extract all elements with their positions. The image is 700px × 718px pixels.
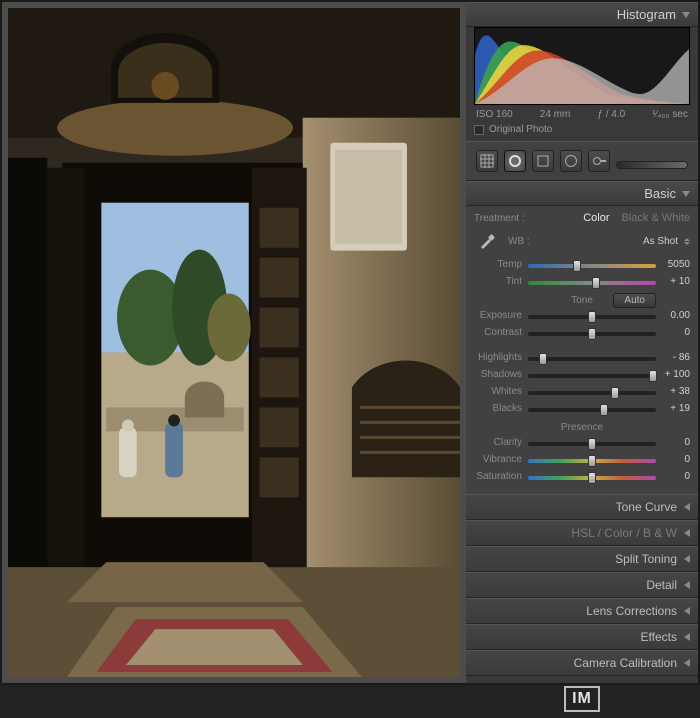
brush-tool[interactable] [616,161,688,169]
slider-value: + 10 [656,276,690,287]
wb-dropper-tool[interactable] [474,230,500,252]
grad-tool[interactable] [560,150,582,172]
slider-track[interactable] [528,437,656,449]
basic-header[interactable]: Basic [466,181,698,206]
photo [8,8,460,677]
slider-shadows[interactable]: Shadows + 100 [474,367,690,382]
spot-tool[interactable] [504,150,526,172]
exif-aperture: ƒ / 4.0 [597,109,625,120]
slider-track[interactable] [528,276,656,288]
tool-strip [466,141,698,181]
histogram-title: Histogram [617,7,676,22]
slider-value: 0 [656,471,690,482]
original-photo-toggle[interactable]: Original Photo [474,124,690,135]
slider-highlights[interactable]: Highlights - 86 [474,350,690,365]
basic-title: Basic [644,186,676,201]
auto-tone-button[interactable]: Auto [613,293,656,308]
treatment-label: Treatment : [474,213,525,224]
exif-shutter: ¹⁄₄₀₀ sec [652,109,688,120]
treatment-segmented[interactable]: Color Black & White [583,212,690,224]
slider-value: + 100 [656,369,690,380]
slider-exposure[interactable]: Exposure 0.00 [474,308,690,323]
slider-label: Shadows [474,369,528,380]
develop-panel: Histogram ISO 160 24 mm ƒ / 4.0 ¹⁄₄₀₀ se… [466,2,698,683]
logo: IM [466,676,698,718]
slider-track[interactable] [528,403,656,415]
exif-strip: ISO 160 24 mm ƒ / 4.0 ¹⁄₄₀₀ sec [474,109,690,120]
chevron-left-icon [684,659,690,667]
exif-focal: 24 mm [540,109,571,120]
slider-label: Whites [474,386,528,397]
slider-value: 0 [656,454,690,465]
slider-value: + 19 [656,403,690,414]
slider-track[interactable] [528,259,656,271]
slider-track[interactable] [528,386,656,398]
slider-contrast[interactable]: Contrast 0 [474,325,690,340]
slider-value: 0 [656,327,690,338]
slider-whites[interactable]: Whites + 38 [474,384,690,399]
stepper-icon [684,238,690,245]
slider-value: 5050 [656,259,690,270]
presence-subheader: Presence [474,422,690,433]
slider-tint[interactable]: Tint + 10 [474,274,690,289]
slider-track[interactable] [528,454,656,466]
panel-camera-calibration[interactable]: Camera Calibration [466,650,698,676]
panel-tone-curve[interactable]: Tone Curve [466,494,698,520]
slider-temp[interactable]: Temp 5050 [474,257,690,272]
slider-label: Clarity [474,437,528,448]
slider-label: Highlights [474,352,528,363]
slider-blacks[interactable]: Blacks + 19 [474,401,690,416]
slider-vibrance[interactable]: Vibrance 0 [474,452,690,467]
wb-preset-select[interactable]: As Shot [643,236,690,247]
slider-value: 0.00 [656,310,690,321]
treatment-color[interactable]: Color [583,212,609,224]
crop-tool[interactable] [476,150,498,172]
chevron-left-icon [684,503,690,511]
histogram-plot[interactable] [474,27,690,105]
slider-label: Tint [474,276,528,287]
image-preview[interactable] [2,2,466,683]
treatment-bw[interactable]: Black & White [622,212,690,224]
slider-track[interactable] [528,369,656,381]
chevron-left-icon [684,633,690,641]
slider-track[interactable] [528,352,656,364]
wb-label: WB : [508,236,530,247]
slider-track[interactable] [528,471,656,483]
exif-iso: ISO 160 [476,109,513,120]
chevron-left-icon [684,607,690,615]
slider-label: Temp [474,259,528,270]
histogram-header[interactable]: Histogram [466,2,698,27]
slider-track[interactable] [528,310,656,322]
slider-label: Blacks [474,403,528,414]
slider-value: - 86 [656,352,690,363]
panel-lens-corrections[interactable]: Lens Corrections [466,598,698,624]
slider-label: Saturation [474,471,528,482]
slider-label: Exposure [474,310,528,321]
panel-effects[interactable]: Effects [466,624,698,650]
chevron-down-icon [682,12,690,18]
tone-subheader: Tone Auto [474,295,690,306]
checkbox-icon[interactable] [474,125,484,135]
chevron-left-icon [684,581,690,589]
panel-split-toning[interactable]: Split Toning [466,546,698,572]
panel-hsl[interactable]: HSL / Color / B & W [466,520,698,546]
redeye-tool[interactable] [532,150,554,172]
slider-value: 0 [656,437,690,448]
slider-clarity[interactable]: Clarity 0 [474,435,690,450]
chevron-down-icon [682,191,690,197]
slider-track[interactable] [528,327,656,339]
chevron-left-icon [684,555,690,563]
slider-label: Vibrance [474,454,528,465]
radial-tool[interactable] [588,150,610,172]
slider-saturation[interactable]: Saturation 0 [474,469,690,484]
chevron-left-icon [684,529,690,537]
slider-value: + 38 [656,386,690,397]
slider-label: Contrast [474,327,528,338]
panel-detail[interactable]: Detail [466,572,698,598]
